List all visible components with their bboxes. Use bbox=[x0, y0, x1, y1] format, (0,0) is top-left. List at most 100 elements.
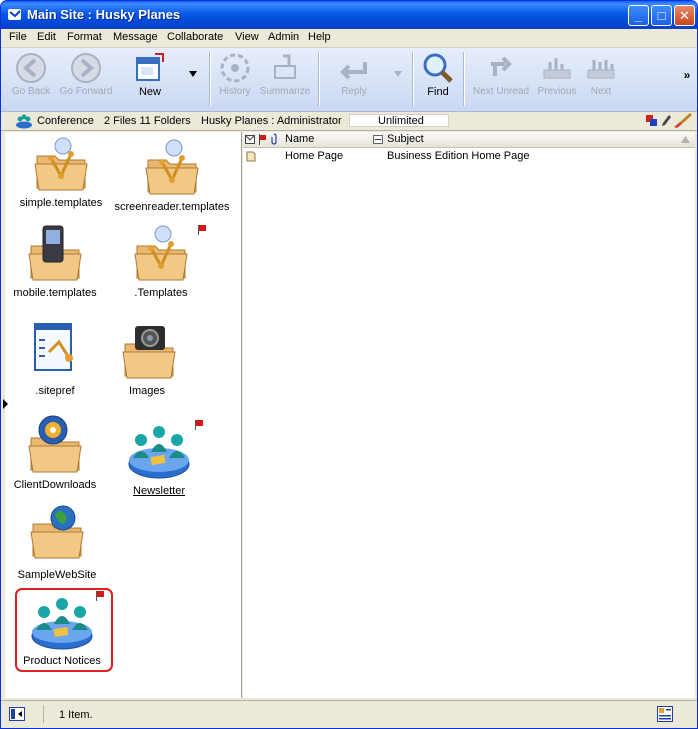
next-button[interactable]: Next bbox=[583, 52, 619, 97]
toggle-pane-icon[interactable] bbox=[9, 707, 25, 721]
type-column-icon[interactable] bbox=[245, 135, 255, 144]
conference-icon bbox=[31, 598, 93, 650]
main-window: Main Site : Husky Planes _ □ ✕ File Edit… bbox=[0, 0, 698, 729]
next-label: Next bbox=[590, 86, 612, 97]
brush-icon[interactable] bbox=[674, 113, 692, 128]
back-arrow-icon bbox=[16, 53, 46, 83]
close-button[interactable]: ✕ bbox=[674, 5, 695, 26]
conference-newsletter[interactable]: Newsletter bbox=[123, 418, 195, 497]
sort-ascending-icon[interactable] bbox=[681, 136, 690, 143]
sitepref-document-icon bbox=[34, 323, 73, 371]
menu-bar: File Edit Format Message Collaborate Vie… bbox=[1, 29, 697, 48]
quota-field: Unlimited bbox=[349, 114, 449, 127]
red-flag-icon bbox=[195, 420, 203, 430]
menu-format[interactable]: Format bbox=[64, 30, 105, 44]
folder-templates[interactable]: .Templates bbox=[123, 222, 199, 299]
dropdown-arrow-icon bbox=[394, 71, 402, 77]
go-forward-button[interactable]: Go Forward bbox=[56, 52, 116, 97]
templates-folder-icon bbox=[34, 137, 88, 191]
overflow-chevron-icon: » bbox=[683, 68, 691, 82]
new-dropdown[interactable] bbox=[187, 70, 199, 81]
previous-label: Previous bbox=[537, 86, 577, 97]
folder-sitepref[interactable]: .sitepref bbox=[15, 318, 95, 397]
menu-collaborate[interactable]: Collaborate bbox=[164, 30, 226, 44]
magnifier-icon bbox=[423, 53, 453, 83]
history-button[interactable]: History bbox=[215, 52, 255, 97]
minimize-button[interactable]: _ bbox=[628, 5, 649, 26]
conference-icon bbox=[128, 426, 190, 479]
menu-edit[interactable]: Edit bbox=[34, 30, 59, 44]
summarize-button[interactable]: Summarize bbox=[257, 52, 313, 97]
summarize-icon bbox=[274, 54, 296, 79]
next-unread-icon bbox=[491, 56, 512, 76]
new-button[interactable]: New bbox=[129, 52, 171, 98]
maximize-button[interactable]: □ bbox=[651, 5, 672, 26]
row-subject: Business Edition Home Page bbox=[387, 150, 530, 162]
menu-view[interactable]: View bbox=[232, 30, 262, 44]
pencil-icon[interactable] bbox=[662, 115, 671, 126]
toolbar-separator bbox=[412, 52, 414, 106]
pane-collapse-arrow-icon[interactable] bbox=[3, 399, 8, 409]
next-unread-button[interactable]: Next Unread bbox=[469, 52, 533, 97]
templates-folder-icon bbox=[134, 225, 188, 281]
website-folder-icon bbox=[30, 505, 84, 559]
table-row[interactable]: Home Page Business Edition Home Page bbox=[243, 149, 695, 164]
item-count-status: 1 Item. bbox=[59, 709, 93, 721]
row-name: Home Page bbox=[285, 150, 344, 162]
folder-label: .Templates bbox=[134, 287, 188, 299]
toolbar-overflow-button[interactable]: » bbox=[681, 68, 693, 82]
forward-arrow-icon bbox=[71, 53, 101, 83]
reply-button[interactable]: Reply bbox=[333, 52, 375, 97]
menu-file[interactable]: File bbox=[6, 30, 30, 44]
attachment-column-icon[interactable] bbox=[271, 133, 277, 145]
summarize-label: Summarize bbox=[259, 86, 311, 97]
column-subject[interactable]: Subject bbox=[387, 133, 424, 145]
conference-info-bar: Conference 2 Files 11 Folders Husky Plan… bbox=[1, 112, 697, 131]
dropdown-arrow-icon bbox=[189, 71, 197, 77]
reply-label: Reply bbox=[341, 86, 367, 97]
item-counts: 2 Files 11 Folders bbox=[104, 115, 191, 127]
toolbar: Go Back Go Forward New History Summarize… bbox=[1, 48, 697, 112]
folder-screenreader-templates[interactable]: screenreader.templates bbox=[113, 136, 231, 213]
title-bar[interactable]: Main Site : Husky Planes _ □ ✕ bbox=[1, 1, 697, 29]
find-label: Find bbox=[427, 86, 449, 98]
document-icon bbox=[246, 151, 256, 162]
folder-icon-pane: simple.templates screenreader.templates … bbox=[5, 132, 242, 698]
next-icon bbox=[587, 60, 615, 79]
column-name[interactable]: Name bbox=[285, 133, 314, 145]
menu-help[interactable]: Help bbox=[305, 30, 334, 44]
folder-label: .sitepref bbox=[35, 385, 75, 397]
conference-label: Conference bbox=[37, 115, 94, 127]
menu-message[interactable]: Message bbox=[110, 30, 161, 44]
mobile-folder-icon bbox=[28, 225, 82, 281]
previous-button[interactable]: Previous bbox=[534, 52, 580, 97]
sort-column-icon[interactable] bbox=[373, 135, 383, 144]
go-back-label: Go Back bbox=[11, 86, 51, 97]
folder-label: simple.templates bbox=[19, 197, 103, 209]
folder-label: Newsletter bbox=[133, 485, 185, 497]
location-label: Husky Planes : Administrator bbox=[201, 115, 342, 127]
new-document-icon bbox=[136, 53, 164, 81]
list-column-header: Name Subject bbox=[243, 132, 695, 148]
conference-icon bbox=[16, 114, 32, 129]
history-icon bbox=[220, 53, 250, 83]
folder-clientdownloads[interactable]: ClientDownloads bbox=[9, 412, 101, 491]
flag-column-icon[interactable] bbox=[259, 134, 267, 145]
overlap-windows-icon[interactable] bbox=[646, 115, 657, 126]
folder-images[interactable]: Images bbox=[117, 318, 177, 397]
menu-admin[interactable]: Admin bbox=[265, 30, 302, 44]
new-label: New bbox=[138, 86, 161, 98]
go-back-button[interactable]: Go Back bbox=[9, 52, 53, 97]
find-button[interactable]: Find bbox=[419, 52, 457, 98]
firstclass-app-icon bbox=[8, 9, 21, 20]
previous-icon bbox=[543, 58, 571, 79]
folder-mobile-templates[interactable]: mobile.templates bbox=[9, 222, 101, 299]
folder-samplewebsite[interactable]: SampleWebSite bbox=[13, 502, 101, 581]
status-bar: 1 Item. bbox=[1, 700, 697, 728]
view-toggle-icon[interactable] bbox=[657, 706, 673, 722]
folder-simple-templates[interactable]: simple.templates bbox=[13, 136, 109, 209]
conference-product-notices[interactable]: Product Notices bbox=[17, 592, 107, 667]
red-flag-icon bbox=[198, 225, 206, 235]
reply-dropdown[interactable] bbox=[392, 70, 404, 81]
folder-label: ClientDownloads bbox=[13, 479, 97, 491]
